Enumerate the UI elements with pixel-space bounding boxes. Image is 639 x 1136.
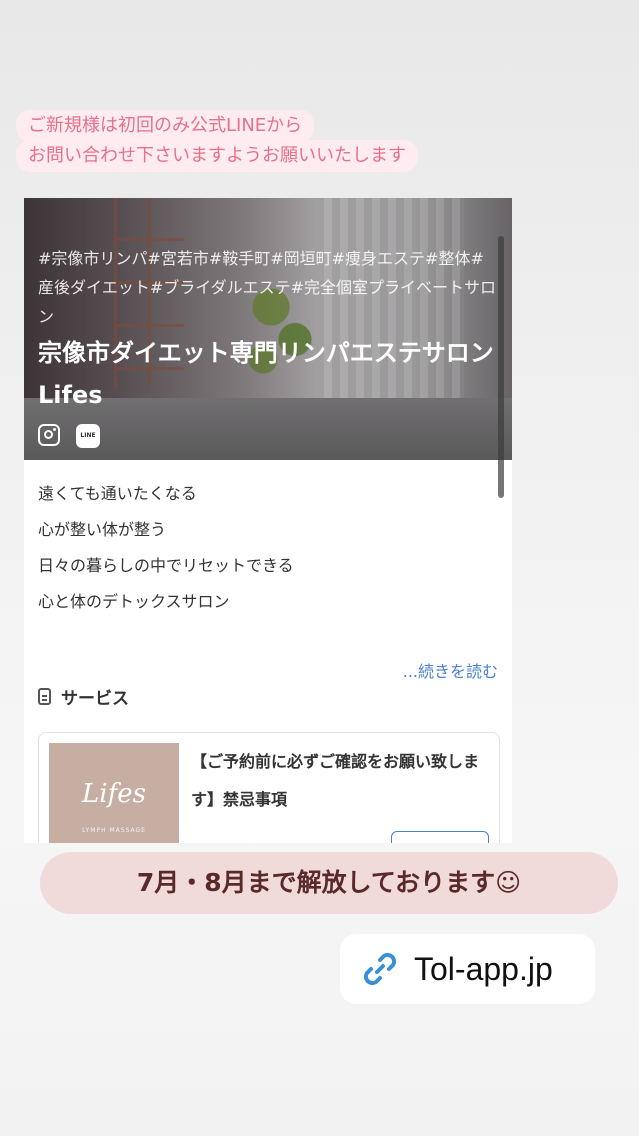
line-notice: ご新規様は初回のみ公式LINEから お問い合わせ下さいますようお願いいたします bbox=[10, 110, 530, 172]
salon-page-screenshot: #宗像市リンパ#宮若市#鞍手町#岡垣町#痩身エステ#整体#産後ダイエット#ブライ… bbox=[24, 198, 512, 843]
thumbnail-logo: Lifes bbox=[82, 779, 146, 809]
thumbnail-subtitle: LYMPH MASSAGE bbox=[82, 827, 146, 834]
description-line: 心が整い体が整う bbox=[38, 520, 167, 539]
hero-image: #宗像市リンパ#宮若市#鞍手町#岡垣町#痩身エステ#整体#産後ダイエット#ブライ… bbox=[24, 198, 512, 460]
read-more-link[interactable]: ...続きを読む bbox=[403, 658, 498, 682]
hashtags: #宗像市リンパ#宮若市#鞍手町#岡垣町#痩身エステ#整体#産後ダイエット#ブライ… bbox=[38, 249, 497, 326]
notice-line-1: ご新規様は初回のみ公式LINEから bbox=[16, 110, 315, 142]
link-sticker[interactable]: Tol-app.jp bbox=[340, 934, 595, 1004]
line-icon-label: LINE bbox=[80, 432, 96, 439]
line-icon[interactable]: LINE bbox=[76, 424, 100, 448]
salon-title: 宗像市ダイエット専門リンパエステサロンLifes bbox=[38, 339, 494, 409]
announcement-banner: 7月・8月まで解放しております☺ bbox=[40, 852, 618, 914]
description-line: 遠くても通いたくなる bbox=[38, 484, 197, 503]
service-thumbnail: Lifes LYMPH MASSAGE bbox=[49, 743, 179, 843]
scrollbar[interactable] bbox=[498, 236, 504, 498]
notice-line-2: お問い合わせ下さいますようお願いいたします bbox=[16, 140, 418, 172]
service-title: 【ご予約前に必ずご確認をお願い致します】禁忌事項 bbox=[191, 752, 480, 809]
link-icon bbox=[363, 952, 397, 986]
description-line: 心と体のデトックスサロン bbox=[38, 592, 230, 611]
services-heading-label: サービス bbox=[61, 689, 129, 709]
link-url[interactable]: Tol-app.jp bbox=[414, 951, 553, 988]
service-card[interactable]: Lifes LYMPH MASSAGE 【ご予約前に必ずご確認をお願い致します】… bbox=[38, 732, 500, 843]
instagram-icon[interactable] bbox=[38, 424, 60, 446]
description-line: 日々の暮らしの中でリセットできる bbox=[38, 556, 294, 575]
social-links: LINE bbox=[38, 424, 100, 448]
services-heading: サービス bbox=[38, 684, 129, 709]
salon-description: 遠くても通いたくなる 心が整い体が整う 日々の暮らしの中でリセットできる 心と体… bbox=[38, 476, 498, 620]
document-icon bbox=[38, 688, 51, 705]
service-button[interactable] bbox=[391, 831, 489, 843]
